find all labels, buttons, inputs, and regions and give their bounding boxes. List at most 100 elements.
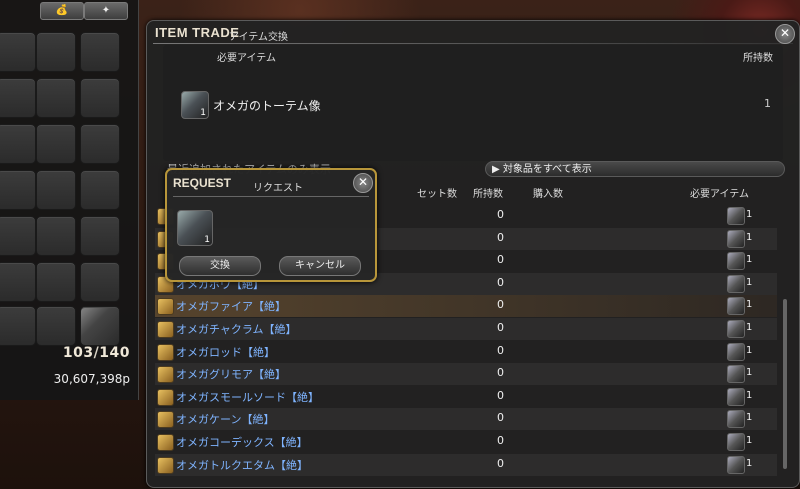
close-icon[interactable]: ✕ [775, 24, 795, 44]
item-name[interactable]: オメガロッド【絶】 [176, 344, 275, 360]
title-divider [153, 43, 793, 44]
request-dialog: REQUEST リクエスト ✕ 1 交換 キャンセル [165, 168, 377, 282]
owned-count: 0 [497, 253, 504, 267]
request-item-slot[interactable]: 1 [177, 210, 213, 246]
inventory-tab-currency[interactable]: 💰 [40, 2, 84, 20]
omega-totem-icon[interactable]: 1 [181, 91, 209, 119]
weapon-icon [157, 388, 174, 406]
inventory-slot[interactable] [36, 216, 76, 256]
table-row[interactable]: オメガファイア【絶】 0 1 [155, 295, 777, 318]
request-item-qty: 1 [204, 235, 210, 245]
weapon-icon [157, 456, 174, 474]
item-qty-badge: 1 [200, 108, 206, 118]
inventory-panel: 💰 ✦ 103/140 30,607,398p [0, 0, 139, 400]
owned-count: 0 [497, 321, 504, 334]
required-item-qty: 1 [746, 299, 753, 311]
required-item-qty: 1 [746, 435, 753, 446]
inventory-slot[interactable] [80, 170, 120, 210]
request-title: REQUEST [173, 176, 232, 190]
inventory-slot[interactable] [80, 306, 120, 346]
required-item-icon [727, 229, 745, 248]
table-row[interactable]: オメガチャクラム【絶】 0 1 [155, 318, 777, 340]
exchange-button[interactable]: 交換 [179, 256, 261, 276]
cancel-button[interactable]: キャンセル [279, 256, 361, 276]
inventory-count: 103/140 [40, 345, 130, 361]
show-all-button[interactable]: ▶ 対象品をすべて表示 [485, 161, 785, 177]
required-item-icon [727, 274, 745, 293]
owned-count: 0 [497, 343, 504, 357]
owned-count: 0 [497, 298, 504, 312]
weapon-icon [157, 321, 174, 338]
owned-header: 所持数 [743, 53, 773, 64]
owned-count: 0 [497, 366, 504, 380]
required-item-icon [727, 387, 745, 406]
item-name[interactable]: オメガコーデックス【絶】 [176, 434, 308, 450]
request-close-icon[interactable]: ✕ [353, 173, 373, 193]
inventory-slot[interactable] [36, 78, 76, 118]
required-item-qty: 1 [746, 389, 753, 401]
item-name[interactable]: オメガケーン【絶】 [176, 411, 274, 427]
inventory-slot[interactable] [0, 262, 36, 302]
required-item-qty: 1 [746, 209, 753, 220]
required-item-icon [727, 455, 745, 474]
inventory-slot[interactable] [80, 262, 120, 302]
required-item-icon [727, 433, 745, 451]
item-name[interactable]: オメガファイア【絶】 [176, 298, 286, 314]
table-row[interactable]: オメガスモールソード【絶】 0 1 [155, 386, 777, 408]
required-item-icon [727, 365, 745, 384]
required-item-icon [727, 342, 745, 361]
gil-amount: 30,607,398p [53, 372, 130, 386]
weapon-icon [157, 343, 174, 361]
table-row[interactable]: オメガグリモア【絶】 0 1 [155, 363, 777, 386]
header-owned: 所持数 [473, 189, 503, 200]
owned-count: 0 [497, 208, 504, 221]
required-item-qty: 1 [746, 276, 753, 288]
header-buy-count: 購入数 [533, 189, 563, 200]
required-item-qty: 1 [746, 231, 753, 243]
owned-count: 0 [497, 411, 504, 425]
inventory-slot[interactable] [80, 216, 120, 256]
required-item-icon [727, 207, 745, 225]
required-item-qty: 1 [746, 412, 753, 424]
inventory-slot[interactable] [36, 32, 76, 72]
table-row[interactable]: オメガケーン【絶】 0 1 [155, 408, 777, 431]
inventory-slot[interactable] [36, 262, 76, 302]
owned-count: 0 [497, 456, 504, 470]
inventory-count-current: 103 [62, 345, 94, 361]
inventory-slot[interactable] [0, 216, 36, 256]
required-item-box: 必要アイテム 所持数 1 オメガのトーテム像 1 [163, 45, 783, 161]
required-item-qty: 1 [746, 344, 753, 356]
inventory-slot[interactable] [0, 78, 36, 118]
scrollbar[interactable] [783, 299, 787, 469]
inventory-slot[interactable] [0, 170, 36, 210]
inventory-slot[interactable] [0, 124, 36, 164]
required-item-icon [727, 410, 745, 429]
required-item-header: 必要アイテム [217, 53, 276, 64]
inventory-count-max: 140 [99, 345, 130, 361]
inventory-slot[interactable] [80, 78, 120, 118]
inventory-slot[interactable] [36, 124, 76, 164]
window-subtitle: アイテム交換 [229, 32, 288, 43]
table-row[interactable]: オメガトルクエタム【絶】 0 1 [155, 453, 777, 476]
item-name[interactable]: オメガスモールソード【絶】 [176, 389, 319, 405]
table-row[interactable]: オメガコーデックス【絶】 0 1 [155, 431, 777, 453]
inventory-slot[interactable] [36, 170, 76, 210]
required-item-name: オメガのトーテム像 [213, 99, 321, 113]
item-name[interactable]: オメガグリモア【絶】 [176, 366, 286, 382]
window-title: ITEM TRADE [155, 25, 240, 40]
inventory-slot[interactable] [80, 32, 120, 72]
item-name[interactable]: オメガチャクラム【絶】 [176, 321, 297, 337]
weapon-icon [157, 298, 174, 316]
header-required-item: 必要アイテム [690, 189, 749, 200]
inventory-tab-crystals[interactable]: ✦ [84, 2, 128, 20]
inventory-slot[interactable] [80, 124, 120, 164]
item-name[interactable]: オメガトルクエタム【絶】 [176, 457, 308, 473]
header-set-count: セット数 [417, 189, 457, 200]
inventory-slot[interactable] [0, 306, 36, 346]
table-row[interactable]: オメガロッド【絶】 0 1 [155, 341, 777, 363]
inventory-slot[interactable] [36, 306, 76, 346]
inventory-slot[interactable] [0, 32, 36, 72]
owned-count: 0 [497, 388, 504, 402]
required-item-icon [727, 320, 745, 338]
weapon-icon [157, 366, 174, 384]
